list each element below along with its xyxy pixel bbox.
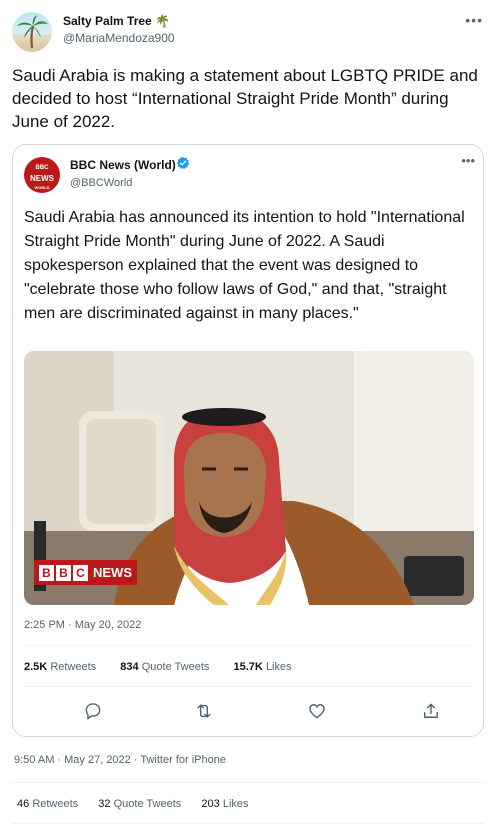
quoted-author-name[interactable]: BBC News (World) [70, 158, 176, 172]
tweet-stats: 46 Retweets 32 Quote Tweets 203 Likes [17, 798, 249, 810]
author-avatar[interactable] [12, 12, 52, 52]
quoted-timestamp[interactable]: 2:25 PM · May 20, 2022 [24, 619, 141, 631]
quoted-stats: 2.5K Retweets 834 Quote Tweets 15.7K Lik… [24, 661, 292, 673]
like-icon[interactable] [307, 701, 327, 721]
quote-tweets-count[interactable]: 32 [98, 798, 110, 810]
bbc-news-watermark: B B C NEWS [34, 560, 137, 585]
divider [24, 645, 474, 646]
quoted-action-bar [24, 701, 474, 721]
quoted-quotes-count[interactable]: 834 [120, 661, 138, 673]
quoted-likes-count[interactable]: 15.7K [234, 661, 263, 673]
bbc-news-logo[interactable]: BBC NEWS WORLD [24, 157, 60, 193]
author-handle[interactable]: @MariaMendoza900 [63, 31, 175, 45]
tweet-timestamp[interactable]: 9:50 AM · May 27, 2022 · Twitter for iPh… [14, 754, 226, 766]
verified-badge-icon [176, 156, 190, 170]
author-name[interactable]: Salty Palm Tree 🌴 [63, 14, 170, 28]
quoted-tweet-card[interactable]: BBC NEWS WORLD BBC News (World) @BBCWorl… [12, 144, 484, 737]
quoted-retweets-count[interactable]: 2.5K [24, 661, 47, 673]
quoted-quotes-label[interactable]: Quote Tweets [142, 661, 210, 673]
quoted-retweets-label[interactable]: Retweets [50, 661, 96, 673]
retweets-count[interactable]: 46 [17, 798, 29, 810]
retweet-icon[interactable] [194, 701, 214, 721]
divider [12, 782, 484, 783]
quoted-more-icon[interactable]: ••• [461, 153, 475, 168]
quoted-author-handle[interactable]: @BBCWorld [70, 177, 132, 189]
divider [24, 686, 474, 687]
quote-tweets-label[interactable]: Quote Tweets [114, 798, 182, 810]
badge-word: NEWS [93, 565, 132, 580]
likes-label[interactable]: Likes [223, 798, 249, 810]
share-icon[interactable] [421, 701, 441, 721]
divider [12, 823, 484, 824]
logo-line-1: BBC [35, 165, 49, 171]
logo-line-3: WORLD [34, 185, 50, 190]
tweet-photo[interactable]: B B C NEWS [24, 351, 474, 605]
quoted-tweet-text: Saudi Arabia has announced its intention… [24, 209, 465, 322]
quoted-likes-label[interactable]: Likes [266, 661, 292, 673]
palm-tree-icon [17, 15, 48, 49]
badge-letter-1: B [39, 564, 54, 581]
retweets-label[interactable]: Retweets [32, 798, 78, 810]
reply-icon[interactable] [83, 701, 103, 721]
likes-count[interactable]: 203 [201, 798, 219, 810]
badge-letter-3: C [73, 564, 88, 581]
more-icon[interactable]: ••• [465, 12, 483, 28]
logo-line-2: NEWS [30, 174, 54, 183]
tweet-text: Saudi Arabia is making a statement about… [12, 66, 478, 131]
tweet-header: Salty Palm Tree 🌴 @MariaMendoza900 ••• [12, 12, 485, 52]
badge-letter-2: B [56, 564, 71, 581]
